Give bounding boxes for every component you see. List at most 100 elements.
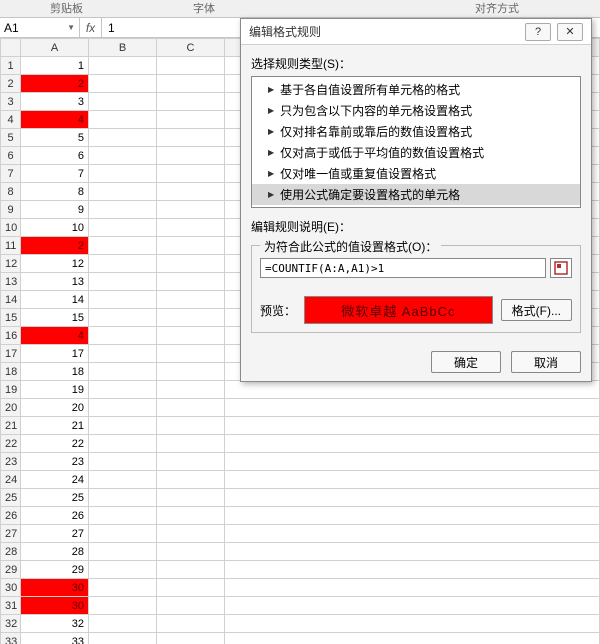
- row-header[interactable]: 6: [1, 147, 21, 165]
- cell[interactable]: 28: [21, 543, 89, 561]
- cell[interactable]: [89, 489, 157, 507]
- cell[interactable]: [157, 273, 225, 291]
- row-header[interactable]: 29: [1, 561, 21, 579]
- cell[interactable]: 13: [21, 273, 89, 291]
- cell[interactable]: 29: [21, 561, 89, 579]
- row-header[interactable]: 14: [1, 291, 21, 309]
- cell[interactable]: [225, 399, 600, 417]
- cell[interactable]: 4: [21, 111, 89, 129]
- column-header-A[interactable]: A: [21, 39, 89, 57]
- cell[interactable]: [157, 111, 225, 129]
- cell[interactable]: [157, 615, 225, 633]
- cell[interactable]: [157, 219, 225, 237]
- row-header[interactable]: 33: [1, 633, 21, 644]
- formula-input[interactable]: [260, 258, 546, 278]
- cell[interactable]: [157, 201, 225, 219]
- row-header[interactable]: 15: [1, 309, 21, 327]
- cell[interactable]: 26: [21, 507, 89, 525]
- cell[interactable]: [89, 399, 157, 417]
- cell[interactable]: [157, 57, 225, 75]
- cell[interactable]: 32: [21, 615, 89, 633]
- cell[interactable]: [89, 273, 157, 291]
- chevron-down-icon[interactable]: ▼: [67, 23, 75, 32]
- cell[interactable]: [89, 309, 157, 327]
- cell[interactable]: [157, 435, 225, 453]
- cell[interactable]: [89, 165, 157, 183]
- cell[interactable]: [89, 201, 157, 219]
- row-header[interactable]: 32: [1, 615, 21, 633]
- row-header[interactable]: 21: [1, 417, 21, 435]
- select-all-corner[interactable]: [1, 39, 21, 57]
- cell[interactable]: 4: [21, 327, 89, 345]
- cancel-button[interactable]: 取消: [511, 351, 581, 373]
- cell[interactable]: 7: [21, 165, 89, 183]
- cell[interactable]: [89, 237, 157, 255]
- format-button[interactable]: 格式(F)...: [501, 299, 572, 321]
- row-header[interactable]: 17: [1, 345, 21, 363]
- cell[interactable]: [225, 597, 600, 615]
- row-header[interactable]: 2: [1, 75, 21, 93]
- cell[interactable]: [157, 327, 225, 345]
- rule-type-option[interactable]: 只为包含以下内容的单元格设置格式: [252, 100, 580, 121]
- cell[interactable]: [157, 255, 225, 273]
- row-header[interactable]: 30: [1, 579, 21, 597]
- row-header[interactable]: 16: [1, 327, 21, 345]
- row-header[interactable]: 12: [1, 255, 21, 273]
- cell[interactable]: [89, 435, 157, 453]
- cell[interactable]: 20: [21, 399, 89, 417]
- row-header[interactable]: 5: [1, 129, 21, 147]
- cell[interactable]: 12: [21, 255, 89, 273]
- cell[interactable]: [89, 129, 157, 147]
- cell[interactable]: 27: [21, 525, 89, 543]
- cell[interactable]: 25: [21, 489, 89, 507]
- cell[interactable]: [89, 111, 157, 129]
- row-header[interactable]: 19: [1, 381, 21, 399]
- cell[interactable]: [225, 471, 600, 489]
- cell[interactable]: [89, 633, 157, 644]
- row-header[interactable]: 27: [1, 525, 21, 543]
- cell[interactable]: [157, 381, 225, 399]
- cell[interactable]: [225, 615, 600, 633]
- row-header[interactable]: 18: [1, 363, 21, 381]
- cell[interactable]: [89, 183, 157, 201]
- row-header[interactable]: 11: [1, 237, 21, 255]
- row-header[interactable]: 24: [1, 471, 21, 489]
- cell[interactable]: [225, 543, 600, 561]
- cell[interactable]: 8: [21, 183, 89, 201]
- cell[interactable]: 33: [21, 633, 89, 644]
- cell[interactable]: [157, 489, 225, 507]
- cell[interactable]: [225, 525, 600, 543]
- row-header[interactable]: 31: [1, 597, 21, 615]
- cell[interactable]: 2: [21, 75, 89, 93]
- column-header-C[interactable]: C: [157, 39, 225, 57]
- cell[interactable]: [225, 579, 600, 597]
- cell[interactable]: 30: [21, 597, 89, 615]
- help-button[interactable]: ?: [525, 23, 551, 41]
- cell[interactable]: [89, 615, 157, 633]
- cell[interactable]: [225, 381, 600, 399]
- cell[interactable]: [89, 291, 157, 309]
- cell[interactable]: [157, 345, 225, 363]
- cell[interactable]: [225, 435, 600, 453]
- cell[interactable]: [157, 237, 225, 255]
- cell[interactable]: [89, 345, 157, 363]
- cell[interactable]: [89, 255, 157, 273]
- cell[interactable]: [225, 417, 600, 435]
- cell[interactable]: [89, 75, 157, 93]
- cell[interactable]: 6: [21, 147, 89, 165]
- cell[interactable]: [89, 219, 157, 237]
- cell[interactable]: [157, 525, 225, 543]
- cell[interactable]: 15: [21, 309, 89, 327]
- row-header[interactable]: 7: [1, 165, 21, 183]
- rule-type-option[interactable]: 仅对高于或低于平均值的数值设置格式: [252, 142, 580, 163]
- rule-type-option[interactable]: 仅对唯一值或重复值设置格式: [252, 163, 580, 184]
- row-header[interactable]: 4: [1, 111, 21, 129]
- cell[interactable]: [89, 579, 157, 597]
- row-header[interactable]: 23: [1, 453, 21, 471]
- cell[interactable]: 17: [21, 345, 89, 363]
- cell[interactable]: [89, 525, 157, 543]
- cell[interactable]: [89, 363, 157, 381]
- cell[interactable]: [89, 147, 157, 165]
- cell[interactable]: [157, 453, 225, 471]
- row-header[interactable]: 10: [1, 219, 21, 237]
